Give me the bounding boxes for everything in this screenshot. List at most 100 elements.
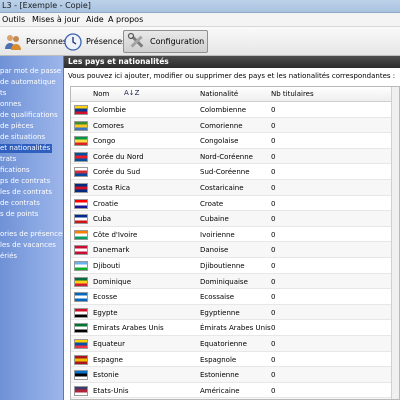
holder-count: 0 — [271, 262, 276, 270]
table-row[interactable]: Comores Comorienne 0 — [71, 117, 399, 134]
country-nationality: Equatorienne — [200, 340, 247, 348]
country-nationality: Émirats Arabes Unis — [200, 324, 271, 333]
country-nationality: Danoise — [200, 246, 229, 255]
column-name[interactable]: Nom — [93, 90, 109, 98]
presences-button[interactable]: Présences — [60, 30, 129, 53]
country-name: Croatie — [93, 199, 119, 208]
table-row[interactable]: Corée du Nord Nord-Coréenne 0 — [71, 148, 399, 165]
country-flag-icon — [74, 261, 88, 271]
country-name: Estonie — [93, 371, 119, 380]
country-nationality: Nord-Coréenne — [200, 152, 253, 161]
country-nationality: Colombienne — [200, 106, 247, 114]
sidebar-item-situations[interactable]: de situations — [0, 133, 45, 142]
table-row[interactable]: Estonie Estonienne 0 — [71, 367, 399, 383]
country-flag-icon — [74, 385, 88, 396]
country-flag-icon — [74, 370, 88, 381]
country-name: Ecosse — [93, 293, 118, 302]
country-flag-icon — [74, 214, 88, 225]
country-nationality: Congolaise — [200, 137, 239, 146]
table-row[interactable]: Egypte Egyptienne 0 — [71, 304, 399, 321]
sidebar-item-holidays[interactable]: les de vacances — [0, 241, 56, 250]
country-flag-icon — [74, 245, 88, 256]
country-flag-icon — [74, 276, 88, 287]
country-nationality: Dominiquaise — [200, 277, 248, 286]
holder-count: 0 — [271, 121, 276, 130]
table-row[interactable]: Espagne Espagnole 0 — [71, 352, 399, 368]
table-row[interactable]: Congo Congolaise 0 — [71, 133, 399, 149]
country-name: Emirats Arabes Unis — [93, 324, 164, 333]
sidebar-item-points[interactable]: s de points — [0, 210, 38, 219]
table-row[interactable]: Colombie Colombienne 0 — [71, 102, 399, 118]
table-row[interactable]: Costa Rica Costaricaine 0 — [71, 180, 399, 196]
sidebar-item-notifications[interactable]: fications — [0, 166, 30, 175]
presences-label: Présences — [86, 37, 127, 46]
country-flag-icon — [74, 198, 88, 209]
country-nationality: Cubaine — [200, 215, 229, 224]
country-flag-icon — [74, 120, 88, 131]
country-name: Cuba — [93, 215, 112, 224]
sidebar-item-contract-models[interactable]: les de contrats — [0, 188, 52, 197]
table-row[interactable]: Etats-Unis Américaine 0 — [71, 383, 399, 399]
tools-icon — [127, 32, 147, 52]
table-row[interactable]: Cuba Cubaine 0 — [71, 211, 399, 227]
menu-aide[interactable]: Aide — [86, 15, 104, 24]
vertical-scrollbar[interactable] — [391, 87, 399, 399]
sidebar-item-presence-categories[interactable]: ories de présences — [0, 230, 63, 239]
table-row[interactable]: Corée du Sud Sud-Coréenne 0 — [71, 164, 399, 180]
table-row[interactable]: Côte d'Ivoire Ivoirienne 0 — [71, 227, 399, 243]
sidebar-item-contract-types[interactable]: ps de contrats — [0, 177, 50, 186]
sidebar-item-qualifications[interactable]: de qualifications — [0, 111, 58, 120]
holder-count: 0 — [271, 340, 276, 348]
holder-count: 0 — [271, 324, 276, 333]
country-nationality: Egyptienne — [200, 308, 240, 317]
sidebar-item-contracts[interactable]: trats — [0, 155, 16, 164]
holder-count: 0 — [271, 386, 276, 395]
sidebar-item-contract-extra[interactable]: de contrats — [0, 199, 40, 208]
main-toolbar: Personnes Présences Configuration — [0, 27, 400, 56]
country-flag-icon — [74, 105, 88, 115]
country-nationality: Croate — [200, 199, 224, 208]
sidebar-item-bank-holidays[interactable]: ériés — [0, 252, 17, 261]
column-nationality[interactable]: Nationalité — [200, 90, 238, 98]
country-flag-icon — [74, 229, 88, 240]
table-row[interactable]: Croatie Croate 0 — [71, 196, 399, 212]
country-nationality: Djiboutienne — [200, 262, 245, 270]
sidebar-item-persons[interactable]: onnes — [0, 100, 21, 109]
configuration-button[interactable]: Configuration — [123, 30, 209, 53]
menu-a-propos[interactable]: A propos — [108, 15, 143, 24]
country-name: Dominique — [93, 277, 132, 286]
holder-count: 0 — [271, 215, 276, 224]
country-nationality: Costaricaine — [200, 184, 244, 192]
sidebar-item-auto[interactable]: de automatique — [0, 78, 56, 87]
country-flag-icon — [74, 292, 88, 303]
holder-count: 0 — [271, 246, 276, 255]
menu-outils[interactable]: Outils — [2, 15, 25, 24]
country-flag-icon — [74, 167, 88, 178]
country-flag-icon — [74, 151, 88, 162]
sidebar-item-countries[interactable]: et nationalités — [0, 144, 53, 153]
country-name: Corée du Sud — [93, 168, 141, 177]
sidebar-item-password[interactable]: par mot de passe — [0, 67, 61, 76]
holder-count: 0 — [271, 371, 276, 380]
table-row[interactable]: Dominique Dominiquaise 0 — [71, 273, 399, 290]
column-count[interactable]: Nb titulaires — [271, 90, 314, 98]
config-sidebar: par mot de passe de automatique ts onnes… — [0, 56, 64, 400]
sidebar-item-ts[interactable]: ts — [0, 89, 6, 98]
table-row[interactable]: Equateur Equatorienne 0 — [71, 336, 399, 352]
country-name: Djibouti — [93, 262, 121, 270]
holder-count: 0 — [271, 355, 276, 364]
holder-count: 0 — [271, 308, 276, 317]
table-row[interactable]: Djibouti Djiboutienne 0 — [71, 258, 399, 274]
table-row[interactable]: Danemark Danoise 0 — [71, 242, 399, 258]
holder-count: 0 — [271, 152, 276, 161]
country-name: Corée du Nord — [93, 152, 144, 161]
sort-az-icon[interactable]: A↓Z — [124, 89, 139, 97]
table-row[interactable]: Ecosse Ecossaise 0 — [71, 289, 399, 305]
country-nationality: Ivoirienne — [200, 230, 235, 239]
table-header: Nom A↓Z Nationalité Nb titulaires — [71, 87, 399, 102]
table-row[interactable]: Emirats Arabes Unis Émirats Arabes Unis 0 — [71, 320, 399, 336]
holder-count: 0 — [271, 184, 276, 192]
menu-mises-a-jour[interactable]: Mises à jour — [32, 15, 80, 24]
country-flag-icon — [74, 136, 88, 147]
sidebar-item-documents[interactable]: de pièces — [0, 122, 33, 131]
